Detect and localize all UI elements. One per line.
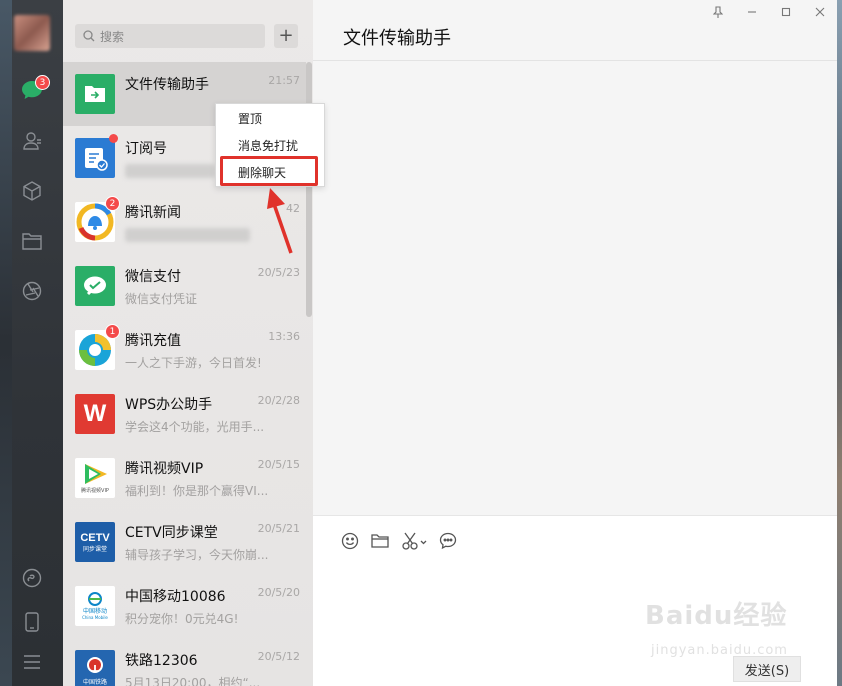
- railway-sub: 中国铁路: [82, 678, 107, 686]
- blurred-preview: [125, 164, 215, 178]
- desktop-background-strip: [0, 0, 12, 686]
- chat-preview: 微信支付凭证: [125, 292, 198, 306]
- search-placeholder: 搜索: [100, 29, 125, 44]
- add-button[interactable]: +: [274, 24, 298, 48]
- file-transfer-icon: [75, 74, 115, 114]
- chat-preview: 一人之下手游，今日首发!: [125, 356, 262, 370]
- chat-item-tencent-video-vip[interactable]: 腾讯视频VIP 腾讯视频VIP 20/5/15 福利到！你是那个赢得VI...: [63, 446, 306, 510]
- chat-list-scrollbar[interactable]: [306, 62, 312, 317]
- message-area[interactable]: [313, 61, 837, 515]
- chat-time: 20/2/28: [257, 394, 300, 407]
- close-icon[interactable]: [803, 0, 837, 24]
- minimize-icon[interactable]: [735, 0, 769, 24]
- chat-title: 文件传输助手: [343, 28, 451, 49]
- chat-time: 20/5/20: [257, 586, 300, 599]
- chat-name: 腾讯新闻: [125, 205, 181, 221]
- files-icon[interactable]: [21, 230, 43, 252]
- chat-name: 铁路12306: [125, 653, 198, 669]
- chat-item-railway[interactable]: 中国铁路 铁路12306 20/5/12 5月13日20:00，相约“...: [63, 638, 306, 686]
- unread-dot: [109, 134, 118, 143]
- chat-name: CETV同步课堂: [125, 525, 218, 541]
- chat-item-wps[interactable]: W WPS办公助手 20/2/28 学会这4个功能，光用手...: [63, 382, 306, 446]
- contacts-icon[interactable]: [21, 130, 43, 152]
- chat-time: 20/5/12: [257, 650, 300, 663]
- cetv-icon: CETV 同步课堂: [75, 522, 115, 562]
- cmcc-sub: China Mobile: [82, 615, 108, 620]
- chat-preview: 辅导孩子学习，今天你崩...: [125, 548, 269, 562]
- chat-time: 13:36: [268, 330, 300, 343]
- pin-icon[interactable]: [701, 0, 735, 24]
- vip-text: 腾讯视频VIP: [81, 488, 109, 494]
- unread-badge: 1: [105, 324, 120, 339]
- chat-time: 20/5/21: [257, 522, 300, 535]
- cetv-text: CETV: [80, 531, 110, 544]
- avatar[interactable]: [14, 15, 50, 51]
- unread-badge: 2: [105, 196, 120, 211]
- annotation-arrow: [267, 188, 293, 254]
- tencent-video-icon: 腾讯视频VIP: [75, 458, 115, 498]
- chat-time: 20/5/15: [257, 458, 300, 471]
- subscription-icon: [75, 138, 115, 178]
- mini-programs-icon[interactable]: [21, 567, 43, 589]
- emoji-icon[interactable]: [339, 530, 361, 552]
- menu-icon[interactable]: [21, 651, 43, 673]
- wps-icon: W: [75, 394, 115, 434]
- favorites-icon[interactable]: [21, 180, 43, 202]
- chat-time: 20/5/23: [257, 266, 300, 279]
- cmcc-text: 中国移动: [82, 608, 107, 615]
- chat-name: 腾讯充值: [125, 333, 181, 349]
- cetv-sub: 同步课堂: [82, 545, 107, 553]
- chat-time: 21:57: [268, 74, 300, 87]
- wps-letter: W: [83, 400, 107, 427]
- window-controls: [701, 0, 837, 24]
- chat-item-tencent-recharge[interactable]: 1 腾讯充值 13:36 一人之下手游，今日首发!: [63, 318, 306, 382]
- phone-icon[interactable]: [21, 611, 43, 633]
- chat-preview: 5月13日20:00，相约“...: [125, 676, 261, 686]
- menu-item-pin[interactable]: 置顶: [216, 105, 324, 132]
- railway-icon: 中国铁路: [75, 650, 115, 686]
- search-input[interactable]: 搜索: [75, 24, 265, 48]
- search-icon: [83, 30, 95, 42]
- input-toolbar: [339, 530, 459, 552]
- chat-window: 文件传输助手 发送(S): [313, 0, 837, 686]
- chat-item-china-mobile[interactable]: 中国移动 China Mobile 中国移动10086 20/5/20 积分宠你…: [63, 574, 306, 638]
- watermark-logo: Baidu经验: [645, 601, 788, 631]
- chat-icon[interactable]: 3: [21, 75, 50, 101]
- maximize-icon[interactable]: [769, 0, 803, 24]
- chat-badge: 3: [35, 75, 50, 90]
- highlight-box: [220, 156, 318, 186]
- folder-icon[interactable]: [369, 530, 391, 552]
- screenshot-icon[interactable]: [399, 530, 429, 552]
- chat-name: 订阅号: [125, 141, 167, 157]
- desktop-background-edge: [837, 0, 842, 686]
- moments-icon[interactable]: [21, 280, 43, 302]
- chat-history-icon[interactable]: [437, 530, 459, 552]
- app-sidebar: 3: [0, 0, 63, 686]
- menu-item-mute[interactable]: 消息免打扰: [216, 132, 324, 159]
- chat-name: 文件传输助手: [125, 77, 209, 93]
- send-button[interactable]: 发送(S): [733, 656, 801, 682]
- watermark-url: jingyan.baidu.com: [651, 643, 788, 658]
- blurred-preview: [125, 228, 250, 242]
- china-mobile-icon: 中国移动 China Mobile: [75, 586, 115, 626]
- chat-preview: 积分宠你！0元兑4G!: [125, 612, 239, 626]
- chat-name: 腾讯视频VIP: [125, 461, 204, 477]
- chat-preview: 福利到！你是那个赢得VI...: [125, 484, 269, 498]
- chat-preview: 学会这4个功能，光用手...: [125, 420, 265, 434]
- chat-item-wechat-pay[interactable]: 微信支付 20/5/23 微信支付凭证: [63, 254, 306, 318]
- wechat-pay-icon: [75, 266, 115, 306]
- chat-name: WPS办公助手: [125, 397, 213, 413]
- chat-name: 中国移动10086: [125, 589, 226, 605]
- chat-name: 微信支付: [125, 269, 181, 285]
- chat-item-cetv[interactable]: CETV 同步课堂 CETV同步课堂 20/5/21 辅导孩子学习，今天你崩..…: [63, 510, 306, 574]
